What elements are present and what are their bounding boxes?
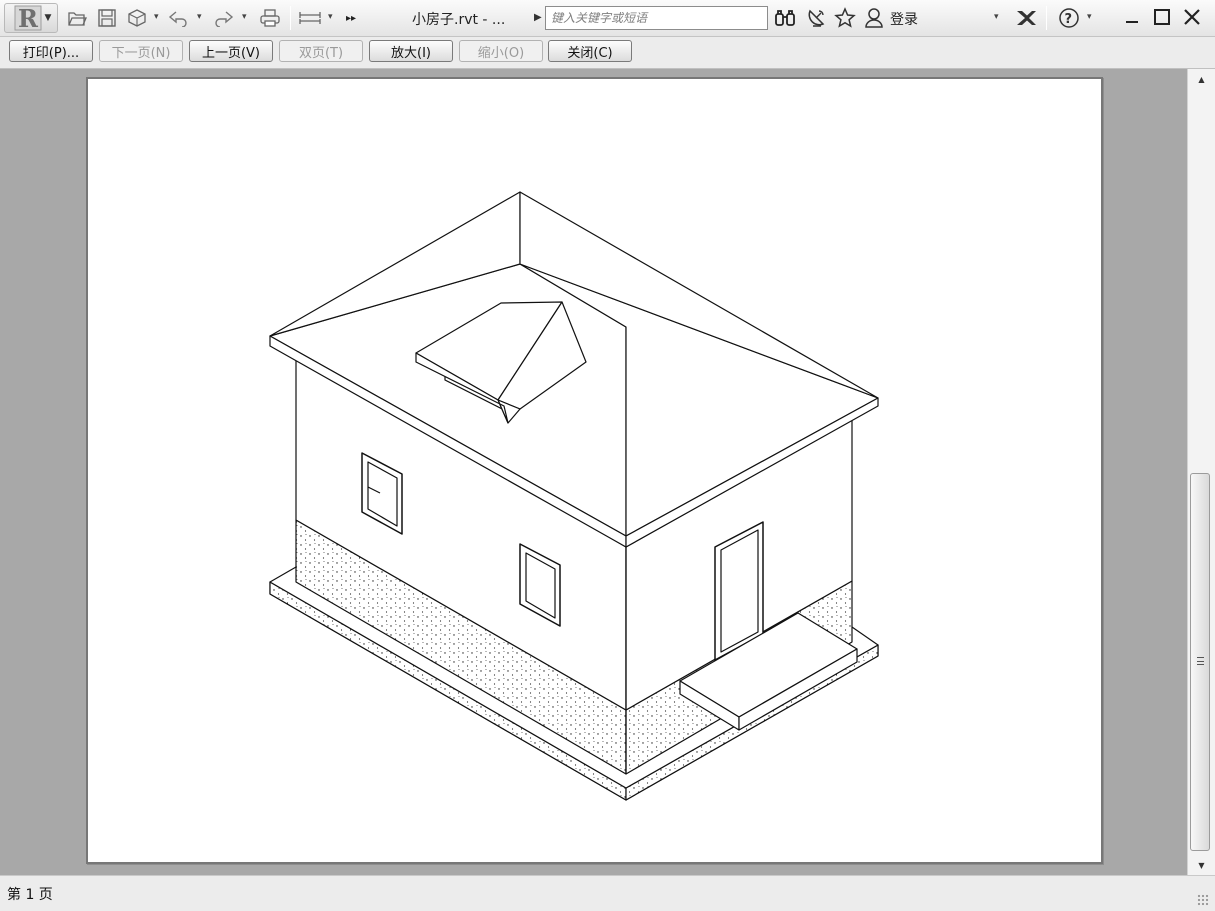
print-preview-toolbar: 打印(P)... 下一页(N) 上一页(V) 双页(T) 放大(I) 缩小(O)… <box>0 37 1215 69</box>
undo-dropdown-icon[interactable]: ▾ <box>197 12 202 22</box>
minimize-icon[interactable] <box>1118 4 1146 30</box>
login-link[interactable]: 登录 <box>890 9 918 29</box>
scroll-down-icon[interactable]: ▼ <box>1188 857 1215 873</box>
title-bar: R ▼ ▾ ▾ ▾ ▾ ▸▸ 小房子.rvt - ... ▶ 登录 <box>0 0 1215 37</box>
preview-viewport[interactable] <box>0 69 1187 875</box>
redo-icon[interactable] <box>210 5 236 31</box>
revit-logo-icon: R <box>14 5 42 31</box>
scrollbar-thumb[interactable] <box>1190 473 1210 851</box>
undo-icon[interactable] <box>166 5 192 31</box>
two-page-button[interactable]: 双页(T) <box>279 40 363 62</box>
vertical-scrollbar[interactable]: ▲ ▼ <box>1187 69 1215 875</box>
grip-icon <box>1197 657 1204 665</box>
star-icon[interactable] <box>832 5 858 31</box>
sync-dropdown-icon[interactable]: ▾ <box>154 12 159 22</box>
print-icon[interactable] <box>256 5 284 31</box>
measure-icon[interactable] <box>296 5 324 31</box>
svg-text:R: R <box>18 5 39 31</box>
satellite-icon[interactable] <box>803 5 829 31</box>
scroll-up-icon[interactable]: ▲ <box>1188 71 1215 87</box>
house-3d-drawing <box>269 191 879 801</box>
svg-text:?: ? <box>1065 12 1073 27</box>
document-title: 小房子.rvt - ... <box>412 12 506 28</box>
close-preview-button[interactable]: 关闭(C) <box>548 40 632 62</box>
help-dropdown-icon[interactable]: ▾ <box>1087 12 1092 22</box>
save-icon[interactable] <box>94 5 120 31</box>
redo-dropdown-icon[interactable]: ▾ <box>242 12 247 22</box>
help-icon[interactable]: ? <box>1055 5 1083 31</box>
open-icon[interactable] <box>64 5 90 31</box>
login-dropdown-icon[interactable]: ▾ <box>994 12 999 22</box>
status-bar: 第 1 页 <box>0 875 1215 911</box>
sync-icon[interactable] <box>124 5 150 31</box>
application-menu-button[interactable]: R ▼ <box>4 3 58 33</box>
resize-grip-icon[interactable] <box>1197 894 1209 906</box>
page-indicator: 第 1 页 <box>7 887 53 903</box>
measure-dropdown-icon[interactable]: ▾ <box>328 12 333 22</box>
close-icon[interactable] <box>1178 4 1206 30</box>
next-page-button[interactable]: 下一页(N) <box>99 40 183 62</box>
toolbar-separator <box>290 6 291 30</box>
maximize-icon[interactable] <box>1148 4 1176 30</box>
expand-icon[interactable]: ▸▸ <box>342 5 360 31</box>
print-button[interactable]: 打印(P)... <box>9 40 93 62</box>
user-icon[interactable] <box>862 5 886 31</box>
preview-page <box>86 77 1103 864</box>
previous-page-button[interactable]: 上一页(V) <box>189 40 273 62</box>
toolbar-separator <box>1046 6 1047 30</box>
zoom-out-button[interactable]: 缩小(O) <box>459 40 543 62</box>
zoom-in-button[interactable]: 放大(I) <box>369 40 453 62</box>
chevron-down-icon: ▼ <box>44 13 52 23</box>
exchange-icon[interactable] <box>1012 5 1040 31</box>
binoculars-icon[interactable] <box>772 5 798 31</box>
search-input[interactable] <box>545 6 768 30</box>
search-expand-icon[interactable]: ▶ <box>534 12 542 23</box>
